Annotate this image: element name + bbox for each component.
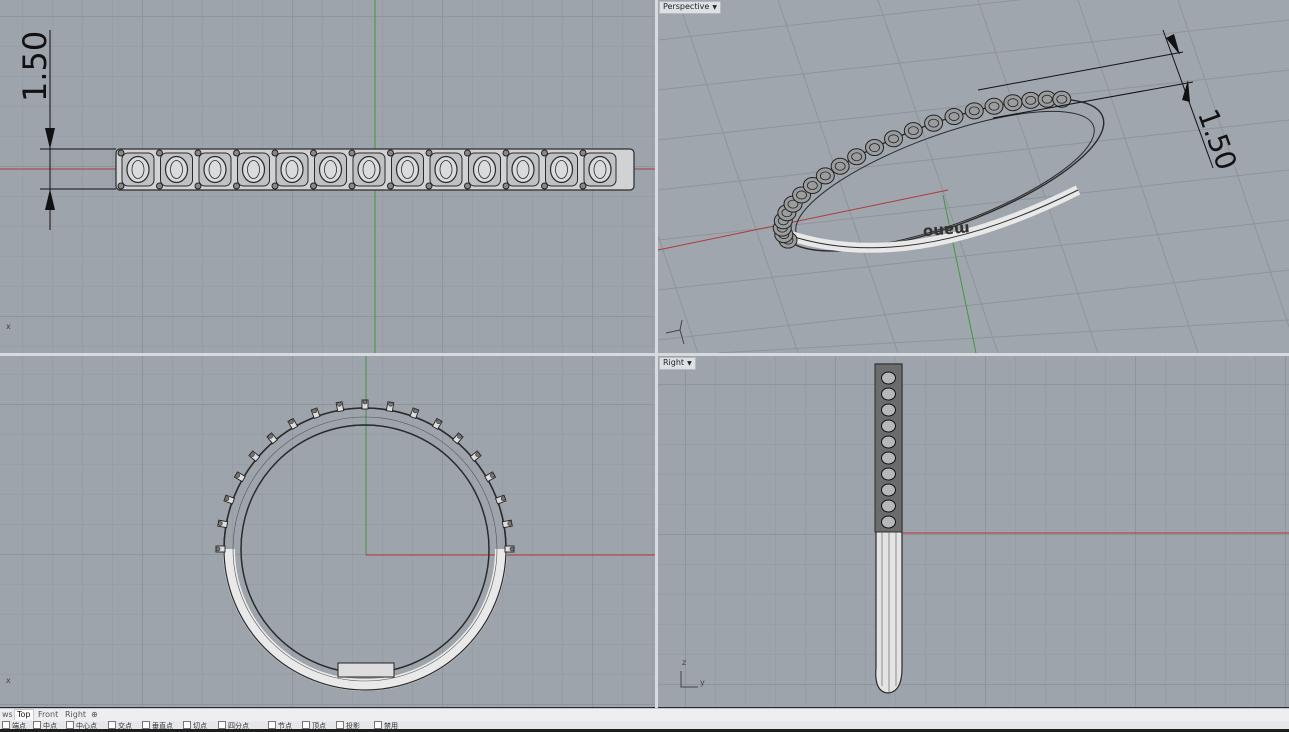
- viewport-tab-bar: ws Top Front Right ⊕: [0, 708, 1289, 721]
- z-axis-label: z: [682, 658, 687, 667]
- perspective-grid: [658, 0, 1289, 353]
- ring-right-view: [874, 363, 903, 694]
- chevron-down-icon: ▼: [712, 4, 717, 11]
- ring-perspective: [772, 90, 1105, 253]
- ring-front-view: [215, 399, 515, 691]
- checkbox[interactable]: [183, 721, 191, 729]
- checkbox[interactable]: [2, 721, 10, 729]
- tab-front[interactable]: Front: [36, 710, 60, 720]
- tab-ws[interactable]: ws: [0, 710, 15, 720]
- checkbox[interactable]: [374, 721, 382, 729]
- checkbox[interactable]: [108, 721, 116, 729]
- y-axis-label: y: [700, 678, 705, 687]
- perspective-viewport[interactable]: Perspective ▼ 1.50 mano: [658, 0, 1289, 353]
- tab-top[interactable]: Top: [14, 709, 34, 720]
- checkbox[interactable]: [33, 721, 41, 729]
- checkbox[interactable]: [302, 721, 310, 729]
- ring-top-view: [115, 148, 635, 191]
- checkbox[interactable]: [336, 721, 344, 729]
- viewport-title-perspective[interactable]: Perspective ▼: [659, 1, 721, 14]
- checkbox[interactable]: [268, 721, 276, 729]
- top-viewport-canvas: [0, 0, 655, 353]
- right-viewport-canvas: [680, 363, 1289, 694]
- right-viewport[interactable]: Right ▼ z y: [658, 356, 1289, 707]
- cplane-axis-icon: [680, 671, 698, 688]
- tab-right[interactable]: Right: [63, 710, 88, 720]
- dimension-label-top: 1.50: [16, 30, 54, 102]
- chevron-down-icon: ▼: [687, 360, 692, 367]
- x-axis-label: x: [6, 322, 11, 331]
- front-viewport[interactable]: x: [0, 356, 655, 707]
- perspective-viewport-canvas: [658, 0, 1289, 353]
- add-tab-icon[interactable]: ⊕: [89, 710, 100, 720]
- checkbox[interactable]: [66, 721, 74, 729]
- cplane-axis-icon: [665, 319, 685, 345]
- viewport-title-right[interactable]: Right ▼: [659, 357, 696, 370]
- top-viewport[interactable]: 1.50 x: [0, 0, 655, 353]
- front-viewport-canvas: [215, 356, 655, 691]
- x-axis-label: x: [6, 676, 11, 685]
- checkbox[interactable]: [218, 721, 226, 729]
- checkbox[interactable]: [142, 721, 150, 729]
